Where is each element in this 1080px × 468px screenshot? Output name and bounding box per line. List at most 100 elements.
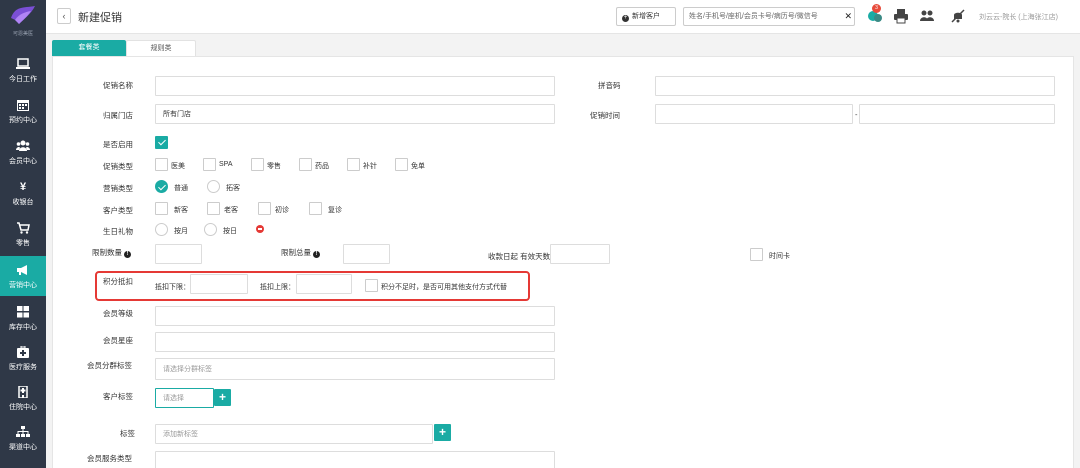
points-lower-input[interactable] [190, 274, 248, 294]
limit-qty-text: 限制数量 [92, 248, 122, 257]
promo-type-option: 零售 [267, 163, 281, 170]
promo-type-checkbox[interactable] [203, 158, 216, 171]
promo-end-date[interactable] [859, 104, 1055, 124]
add-tag-button[interactable]: + [434, 424, 451, 441]
limit-qty-input[interactable] [155, 244, 202, 264]
promo-type-checkbox[interactable] [347, 158, 360, 171]
sidebar-item-label: 库存中心 [9, 324, 37, 331]
clear-icon[interactable]: ✕ [844, 11, 852, 22]
promo-type-checkbox[interactable] [299, 158, 312, 171]
sidebar-item-marketing[interactable]: 营销中心 [0, 256, 46, 296]
limit-total-text: 限制总量 [281, 248, 311, 257]
birthday-gift-radio[interactable] [204, 223, 217, 236]
tab-package[interactable]: 套餐类 [52, 40, 126, 57]
tag-label: 标签 [120, 429, 135, 438]
time-card-checkbox[interactable] [750, 248, 763, 261]
top-header: ‹ 新建促销 +新增客户 ✕ 3 刘云云-院长 (上海张江店) [46, 0, 1080, 34]
new-customer-label: 新增客户 [632, 13, 660, 20]
sidebar-item-channel[interactable]: 渠道中心 [0, 418, 46, 458]
member-group-tag-label: 会员分群标签 [87, 361, 132, 370]
member-group-tag-input[interactable] [155, 358, 555, 380]
promo-type-option: 补针 [363, 163, 377, 170]
user-info[interactable]: 刘云云-院长 (上海张江店) [979, 12, 1058, 22]
tag-input[interactable] [155, 424, 433, 444]
marketing-type-option: 拓客 [226, 185, 240, 192]
store-label: 归属门店 [103, 111, 133, 120]
bullhorn-icon [17, 265, 27, 275]
pinyin-label: 拼音码 [598, 81, 621, 90]
points-insufficient-checkbox[interactable] [365, 279, 378, 292]
customer-type-checkbox[interactable] [207, 202, 220, 215]
promo-start-date[interactable] [655, 104, 853, 124]
new-customer-button[interactable]: + 新增客户 [616, 7, 676, 26]
birthday-gift-label: 生日礼物 [103, 227, 133, 236]
sidebar-item-label: 零售 [16, 240, 30, 247]
promo-type-checkbox[interactable] [155, 158, 168, 171]
enabled-checkbox[interactable] [155, 136, 168, 149]
date-separator: - [855, 110, 858, 119]
member-tier-input[interactable] [155, 332, 555, 352]
valid-days-input[interactable] [550, 244, 610, 264]
medkit-icon [17, 346, 29, 358]
back-button[interactable]: ‹ [57, 8, 71, 24]
sidebar-item-label: 营销中心 [9, 282, 37, 289]
promo-type-checkbox[interactable] [251, 158, 264, 171]
customer-type-checkbox[interactable] [258, 202, 271, 215]
member-service-type-input[interactable] [155, 451, 555, 468]
points-upper-input[interactable] [296, 274, 352, 294]
marketing-type-label: 营销类型 [103, 184, 133, 193]
printer-icon[interactable] [893, 8, 909, 24]
marketing-type-radio[interactable] [155, 180, 168, 193]
remove-icon[interactable] [256, 225, 264, 233]
users-icon [16, 140, 30, 151]
valid-days-label: 收款日起 有效天数 [488, 252, 551, 261]
sidebar-item-label: 收银台 [12, 199, 34, 206]
logo-icon [11, 6, 35, 24]
sidebar-item-cashier[interactable]: ¥ 收银台 [0, 173, 46, 213]
mute-bell-icon[interactable] [950, 8, 966, 24]
marketing-type-radio[interactable] [207, 180, 220, 193]
promo-type-option: 药品 [315, 163, 329, 170]
limit-total-input[interactable] [343, 244, 390, 264]
info-icon: ! [313, 251, 320, 258]
member-level-input[interactable] [155, 306, 555, 326]
calendar-icon [17, 100, 29, 111]
customer-tag-input[interactable] [155, 388, 214, 408]
tab-rules[interactable]: 规则类 [126, 40, 196, 57]
sidebar-item-label: 医疗服务 [9, 364, 37, 371]
logo: 可恩美医 [0, 0, 46, 40]
info-icon: ! [124, 251, 131, 258]
points-upper-label: 抵扣上限： [260, 284, 295, 291]
customer-type-checkbox[interactable] [155, 202, 168, 215]
sidebar-item-label: 预约中心 [9, 117, 37, 124]
sidebar-item-inventory[interactable]: 库存中心 [0, 298, 46, 338]
sidebar-item-medical[interactable]: 医疗服务 [0, 338, 46, 378]
birthday-gift-radio[interactable] [155, 223, 168, 236]
sidebar-item-today-work[interactable]: 今日工作 [0, 50, 46, 90]
sidebar-item-booking[interactable]: 预约中心 [0, 91, 46, 131]
add-customer-tag-button[interactable]: + [214, 389, 231, 406]
sidebar-item-label: 住院中心 [9, 404, 37, 411]
sidebar-item-inpatient[interactable]: 住院中心 [0, 378, 46, 418]
sidebar-item-retail[interactable]: 零售 [0, 214, 46, 254]
yen-icon: ¥ [19, 181, 27, 193]
limit-total-label: 限制总量! [281, 247, 320, 258]
pinyin-input[interactable] [655, 76, 1055, 96]
hospital-icon [18, 386, 28, 398]
group-users-icon[interactable] [919, 8, 935, 24]
customer-type-checkbox[interactable] [309, 202, 322, 215]
promo-type-checkbox[interactable] [395, 158, 408, 171]
customer-type-option: 复诊 [328, 207, 342, 214]
promo-name-input[interactable] [155, 76, 555, 96]
customer-type-option: 新客 [174, 207, 188, 214]
sidebar-item-label: 会员中心 [9, 158, 37, 165]
sidebar-item-members[interactable]: 会员中心 [0, 132, 46, 172]
birthday-gift-option: 按日 [223, 228, 237, 235]
store-input[interactable] [155, 104, 555, 124]
promo-name-label: 促销名称 [103, 81, 133, 90]
cart-icon [17, 222, 30, 234]
customer-type-option: 老客 [224, 207, 238, 214]
promo-time-label: 促销时间 [590, 111, 620, 120]
member-level-label: 会员等级 [103, 309, 133, 318]
search-input[interactable] [684, 8, 844, 25]
